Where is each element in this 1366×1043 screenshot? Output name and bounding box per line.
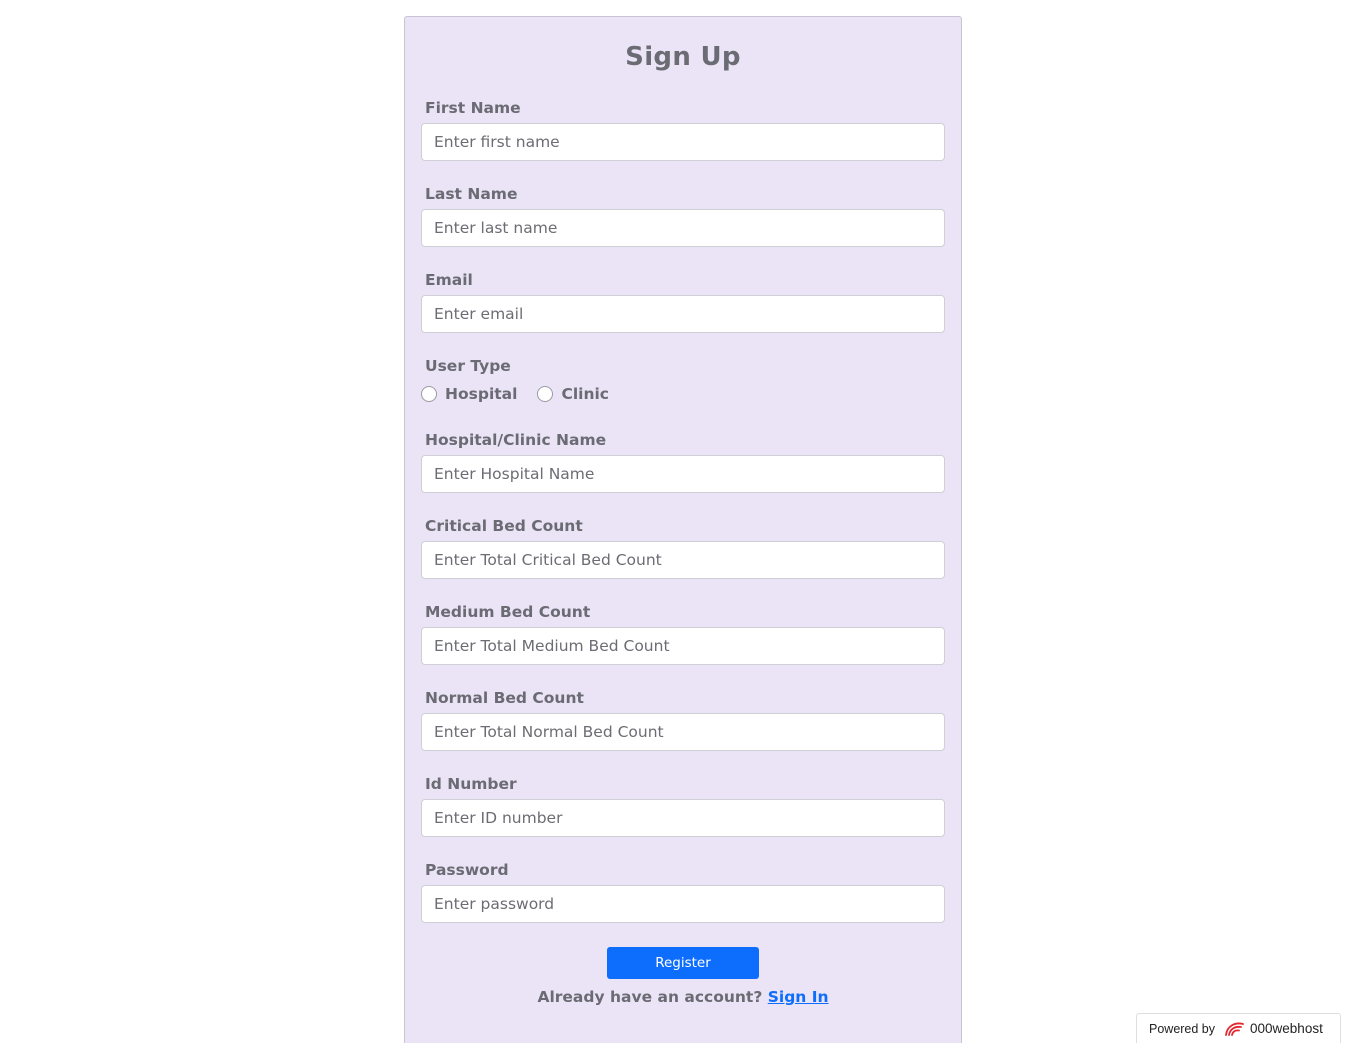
clinic-radio[interactable] — [537, 386, 554, 402]
hospital-name-input[interactable] — [421, 455, 945, 493]
hospital-name-label: Hospital/Clinic Name — [425, 431, 607, 449]
critical-bed-count-label: Critical Bed Count — [425, 517, 583, 535]
powered-by-badge[interactable]: Powered by 000webhost — [1136, 1013, 1341, 1043]
signin-prompt-text: Already have an account? — [537, 988, 763, 1006]
medium-bed-count-input[interactable] — [421, 627, 945, 665]
email-label: Email — [425, 271, 473, 289]
normal-bed-count-label: Normal Bed Count — [425, 689, 584, 707]
last-name-input[interactable] — [421, 209, 945, 247]
000webhost-logo-icon — [1223, 1020, 1245, 1038]
password-label: Password — [425, 861, 509, 879]
brand-name: 000webhost — [1250, 1021, 1323, 1036]
medium-bed-count-label: Medium Bed Count — [425, 603, 591, 621]
user-type-radio-group: Hospital Clinic — [421, 383, 609, 405]
signin-link[interactable]: Sign In — [768, 988, 829, 1006]
id-number-input[interactable] — [421, 799, 945, 837]
signin-prompt: Already have an account? Sign In — [405, 988, 961, 1006]
hospital-radio-label[interactable]: Hospital — [445, 385, 517, 403]
hospital-radio[interactable] — [421, 386, 437, 402]
last-name-label: Last Name — [425, 185, 518, 203]
register-button[interactable]: Register — [607, 947, 759, 979]
id-number-label: Id Number — [425, 775, 517, 793]
normal-bed-count-input[interactable] — [421, 713, 945, 751]
clinic-radio-label[interactable]: Clinic — [561, 385, 609, 403]
user-type-label: User Type — [425, 357, 511, 375]
page-title: Sign Up — [625, 42, 741, 72]
signup-card: Sign Up First Name Last Name Email User … — [404, 16, 962, 1043]
email-input[interactable] — [421, 295, 945, 333]
first-name-input[interactable] — [421, 123, 945, 161]
first-name-label: First Name — [425, 99, 521, 117]
password-input[interactable] — [421, 885, 945, 923]
powered-by-text: Powered by — [1149, 1021, 1216, 1036]
critical-bed-count-input[interactable] — [421, 541, 945, 579]
